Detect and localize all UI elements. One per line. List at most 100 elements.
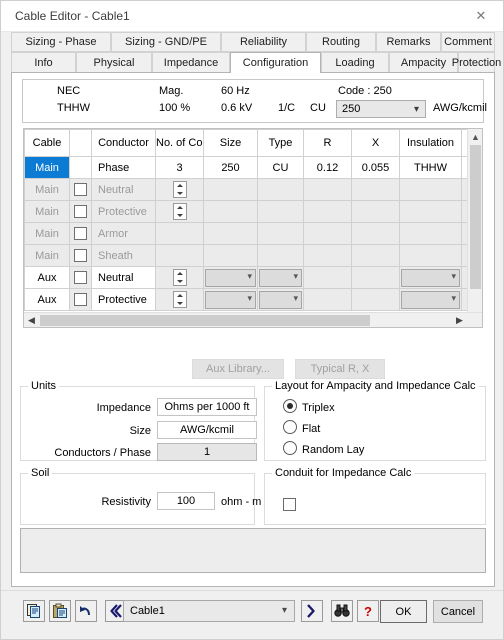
- cell-x[interactable]: 0.055: [351, 156, 400, 179]
- cell-no-cond[interactable]: 3: [155, 156, 204, 179]
- row-checkbox[interactable]: [74, 227, 87, 240]
- cell-cable[interactable]: Main: [24, 156, 70, 179]
- table-row[interactable]: Main Protective: [24, 200, 482, 223]
- cell-cable[interactable]: Main: [24, 178, 70, 201]
- type-select[interactable]: ▾: [259, 290, 302, 309]
- col-r[interactable]: R: [303, 129, 352, 157]
- cell-r[interactable]: [303, 266, 352, 289]
- binoculars-find-icon[interactable]: [331, 600, 353, 622]
- help-icon[interactable]: ?: [357, 600, 379, 622]
- insulation-select[interactable]: ▾: [401, 290, 460, 309]
- cell-type[interactable]: ▾: [257, 288, 304, 311]
- cell-insulation[interactable]: THHW: [399, 156, 462, 179]
- cell-r[interactable]: [303, 222, 352, 245]
- cell-insulation[interactable]: [399, 244, 462, 267]
- cell-check[interactable]: [69, 288, 92, 311]
- aux-library-button[interactable]: Aux Library...: [192, 359, 284, 379]
- cell-type[interactable]: [257, 222, 304, 245]
- type-select[interactable]: ▾: [259, 268, 302, 287]
- grid-horizontal-scrollbar[interactable]: ◀ ▶: [24, 312, 482, 327]
- cell-size[interactable]: 250: [203, 156, 258, 179]
- cable-nav-select[interactable]: Cable1 ▾: [123, 600, 295, 622]
- cell-type[interactable]: [257, 178, 304, 201]
- col-no-of-cond[interactable]: No. of Cond.: [155, 129, 204, 157]
- tab-loading[interactable]: Loading: [321, 52, 389, 72]
- impedance-unit-field[interactable]: Ohms per 1000 ft: [157, 398, 257, 416]
- cell-conductor[interactable]: Sheath: [91, 244, 156, 267]
- radio-random-lay[interactable]: Random Lay: [283, 441, 364, 456]
- size-unit-field[interactable]: AWG/kcmil: [157, 421, 257, 439]
- cell-no-cond[interactable]: [155, 222, 204, 245]
- cell-conductor[interactable]: Protective: [91, 200, 156, 223]
- cell-insulation[interactable]: [399, 178, 462, 201]
- tab-routing[interactable]: Routing: [306, 32, 376, 52]
- row-checkbox[interactable]: [74, 293, 87, 306]
- cell-no-cond[interactable]: [155, 266, 204, 289]
- tab-ampacity[interactable]: Ampacity: [389, 52, 458, 72]
- cell-no-cond[interactable]: [155, 178, 204, 201]
- cell-cable[interactable]: Aux: [24, 288, 70, 311]
- cell-size[interactable]: [203, 178, 258, 201]
- resistivity-field[interactable]: 100: [157, 492, 215, 510]
- cell-insulation[interactable]: [399, 200, 462, 223]
- copy-icon[interactable]: [23, 600, 45, 622]
- insulation-select[interactable]: ▾: [401, 268, 460, 287]
- cancel-button[interactable]: Cancel: [433, 600, 483, 623]
- no-cond-stepper[interactable]: [172, 291, 187, 308]
- scroll-left-icon[interactable]: ◀: [24, 313, 39, 327]
- cell-x[interactable]: [351, 266, 400, 289]
- cell-conductor[interactable]: Phase: [91, 156, 156, 179]
- grid-vertical-scrollbar[interactable]: ▲ ▼: [467, 129, 482, 327]
- scroll-up-icon[interactable]: ▲: [468, 129, 482, 144]
- table-row[interactable]: Aux Protective ▾ ▾ ▾: [24, 288, 482, 311]
- col-type[interactable]: Type: [257, 129, 304, 157]
- cell-check[interactable]: [69, 200, 92, 223]
- table-row[interactable]: Main Sheath: [24, 244, 482, 267]
- cell-type[interactable]: [257, 244, 304, 267]
- cell-check[interactable]: [69, 244, 92, 267]
- tab-remarks[interactable]: Remarks: [376, 32, 441, 52]
- cell-size[interactable]: ▾: [203, 288, 258, 311]
- cell-conductor[interactable]: Protective: [91, 288, 156, 311]
- tab-sizing-gnd-pe[interactable]: Sizing - GND/PE: [111, 32, 221, 52]
- row-checkbox[interactable]: [74, 271, 87, 284]
- code-size-select[interactable]: 250 ▾: [336, 100, 426, 118]
- col-cable[interactable]: Cable: [24, 129, 70, 157]
- cell-no-cond[interactable]: [155, 244, 204, 267]
- scroll-right-icon[interactable]: ▶: [452, 313, 467, 327]
- cell-x[interactable]: [351, 200, 400, 223]
- conduit-checkbox[interactable]: [283, 498, 296, 511]
- cell-type[interactable]: ▾: [257, 266, 304, 289]
- cell-insulation[interactable]: ▾: [399, 266, 462, 289]
- col-insulation[interactable]: Insulation: [399, 129, 462, 157]
- cell-r[interactable]: 0.12: [303, 156, 352, 179]
- tab-info[interactable]: Info: [11, 52, 76, 72]
- cell-type[interactable]: [257, 200, 304, 223]
- size-select[interactable]: ▾: [205, 290, 256, 309]
- radio-triplex[interactable]: Triplex: [283, 399, 335, 414]
- cell-type[interactable]: CU: [257, 156, 304, 179]
- col-size[interactable]: Size: [203, 129, 258, 157]
- tab-impedance[interactable]: Impedance: [152, 52, 230, 72]
- cell-cable[interactable]: Main: [24, 244, 70, 267]
- table-row[interactable]: Aux Neutral ▾ ▾ ▾: [24, 266, 482, 289]
- paste-icon[interactable]: [49, 600, 71, 622]
- table-row[interactable]: Main Neutral: [24, 178, 482, 201]
- cell-size[interactable]: ▾: [203, 266, 258, 289]
- no-cond-stepper[interactable]: [172, 203, 187, 220]
- cell-cable[interactable]: Main: [24, 222, 70, 245]
- radio-flat[interactable]: Flat: [283, 420, 320, 435]
- cell-x[interactable]: [351, 222, 400, 245]
- cell-no-cond[interactable]: [155, 200, 204, 223]
- col-conductor[interactable]: Conductor: [91, 129, 156, 157]
- cell-size[interactable]: [203, 244, 258, 267]
- cell-r[interactable]: [303, 200, 352, 223]
- vscroll-thumb[interactable]: [470, 145, 481, 289]
- typical-rx-button[interactable]: Typical R, X: [295, 359, 385, 379]
- cell-check[interactable]: [69, 222, 92, 245]
- cell-r[interactable]: [303, 244, 352, 267]
- cell-x[interactable]: [351, 288, 400, 311]
- cell-check[interactable]: [69, 266, 92, 289]
- col-x[interactable]: X: [351, 129, 400, 157]
- cell-conductor[interactable]: Neutral: [91, 178, 156, 201]
